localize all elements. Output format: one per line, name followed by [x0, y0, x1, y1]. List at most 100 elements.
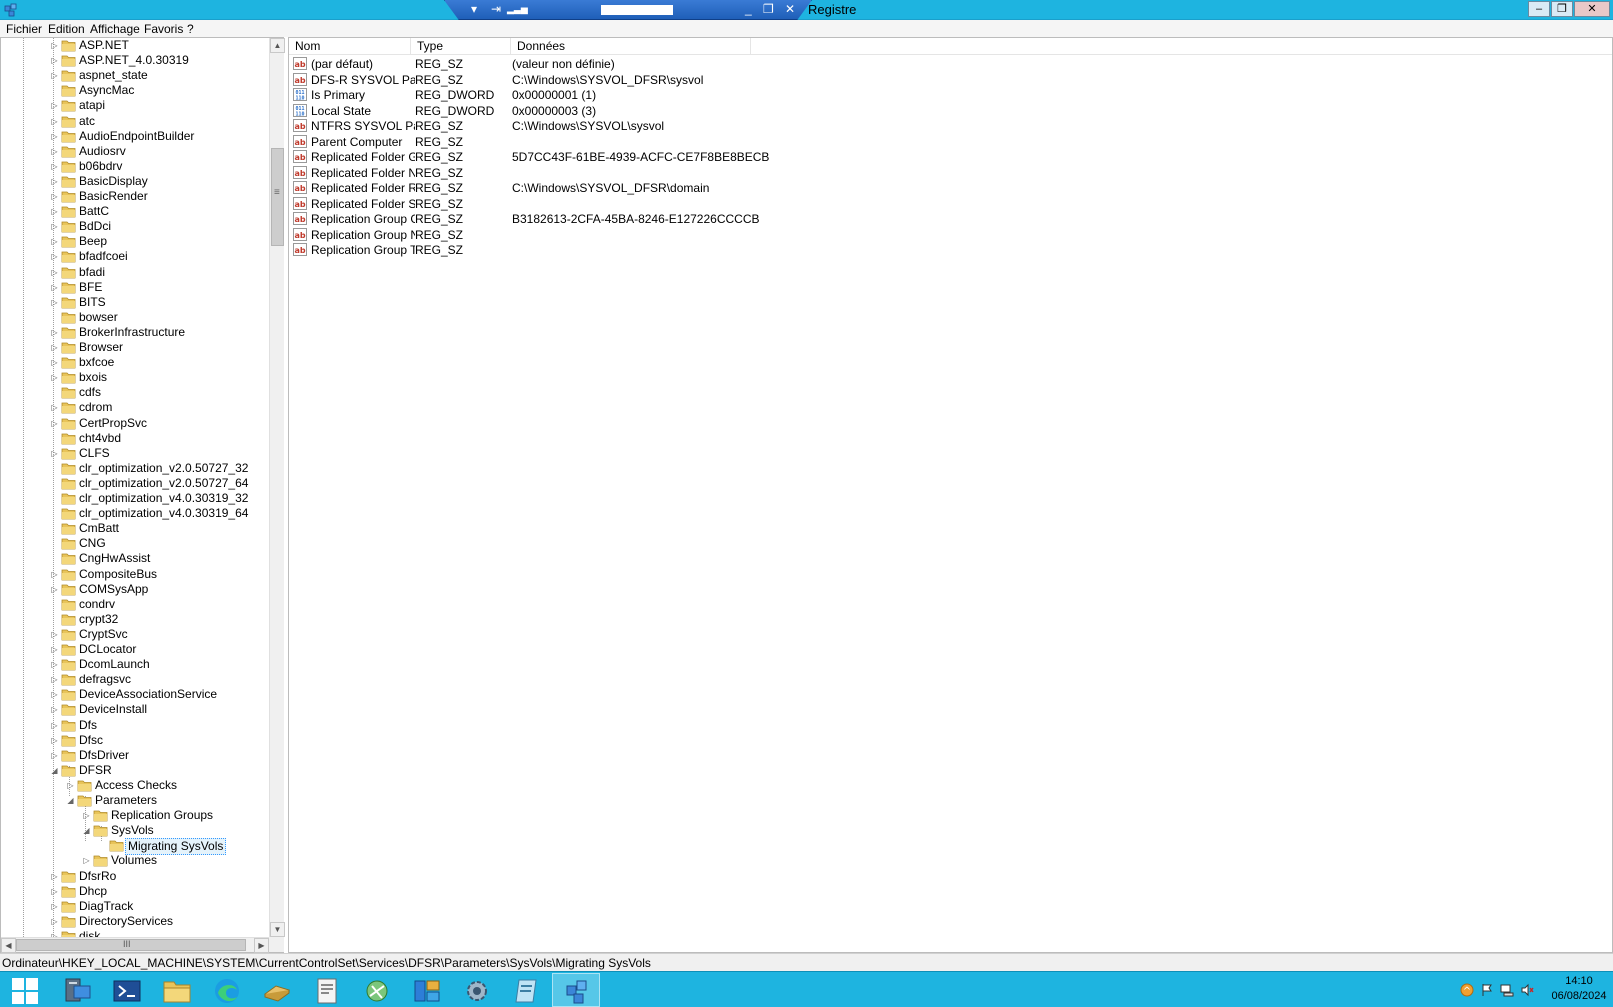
tree-node[interactable]: ▷ BasicDisplay: [1, 174, 269, 189]
tree-node[interactable]: ▷ atapi: [1, 98, 269, 113]
tree-node[interactable]: clr_optimization_v2.0.50727_32: [1, 461, 269, 476]
expand-toggle-icon[interactable]: ▷: [50, 53, 59, 68]
column-header-type[interactable]: Type: [411, 38, 511, 55]
tree-node[interactable]: ▷ ASP.NET_4.0.30319: [1, 53, 269, 68]
tree-node[interactable]: ▷ Dfs: [1, 718, 269, 733]
tree-node[interactable]: ▷ Beep: [1, 234, 269, 249]
tree-node[interactable]: ▷ Access Checks: [1, 778, 269, 793]
expand-toggle-icon[interactable]: ▷: [50, 446, 59, 461]
expand-toggle-icon[interactable]: ▷: [50, 280, 59, 295]
tree-node[interactable]: ▷ AudioEndpointBuilder: [1, 129, 269, 144]
tree-node[interactable]: ▷ CertPropSvc: [1, 416, 269, 431]
menu-help[interactable]: ?: [187, 22, 194, 36]
expand-toggle-icon[interactable]: ▷: [50, 642, 59, 657]
tree-node[interactable]: ◢ DFSR: [1, 763, 269, 778]
tree-node[interactable]: ◢ Parameters: [1, 793, 269, 808]
tree-node[interactable]: ▷ BITS: [1, 295, 269, 310]
tree-node[interactable]: ▷ bfadi: [1, 265, 269, 280]
pin-icon[interactable]: ▾: [471, 2, 477, 16]
tree-node[interactable]: ▷ Replication Groups: [1, 808, 269, 823]
registry-value-row[interactable]: ab (par défaut) REG_SZ (valeur non définie): [289, 56, 1089, 72]
expand-toggle-icon[interactable]: ▷: [50, 914, 59, 929]
expand-toggle-icon[interactable]: ▷: [50, 129, 59, 144]
app-button[interactable]: [402, 973, 450, 1007]
scroll-right-icon[interactable]: ▶: [254, 938, 269, 953]
tree-node[interactable]: ▷ Browser: [1, 340, 269, 355]
registry-value-row[interactable]: ab Parent Computer REG_SZ: [289, 134, 1089, 150]
registry-value-row[interactable]: 011 110 Local State REG_DWORD 0x00000003 (3): [289, 103, 1089, 119]
tree-node[interactable]: ▷ BrokerInfrastructure: [1, 325, 269, 340]
tree-node[interactable]: condrv: [1, 597, 269, 612]
registry-value-row[interactable]: ab NTFRS SYSVOL PathREG_SZ C:\Windows\SYSV…: [289, 118, 1089, 134]
expand-toggle-icon[interactable]: ▷: [50, 672, 59, 687]
rdp-minimize-button[interactable]: _: [745, 2, 752, 16]
tree-node[interactable]: CngHwAssist: [1, 551, 269, 566]
tree-node[interactable]: ▷ BFE: [1, 280, 269, 295]
tree-node[interactable]: cht4vbd: [1, 431, 269, 446]
expand-toggle-icon[interactable]: ▷: [50, 370, 59, 385]
services-button[interactable]: [452, 973, 500, 1007]
tree-node[interactable]: Migrating SysVols: [1, 838, 269, 856]
registry-value-row[interactable]: ab Replication Group GuidREG_SZ B3182613-2…: [289, 211, 1089, 227]
expand-toggle-icon[interactable]: ▷: [50, 567, 59, 582]
tree-node[interactable]: ▷ COMSysApp: [1, 582, 269, 597]
expand-toggle-icon[interactable]: ▷: [50, 249, 59, 264]
column-header-nom[interactable]: Nom: [289, 38, 411, 55]
tree-node[interactable]: ▷ Dhcp: [1, 884, 269, 899]
tree-node[interactable]: ▷ DeviceAssociationService: [1, 687, 269, 702]
expand-toggle-icon[interactable]: ▷: [50, 657, 59, 672]
expand-toggle-icon[interactable]: ▷: [50, 38, 59, 53]
tree-node[interactable]: ▷ disk: [1, 929, 269, 937]
server-manager-button[interactable]: [52, 973, 100, 1007]
expand-toggle-icon[interactable]: ▷: [50, 627, 59, 642]
expand-toggle-icon[interactable]: ▷: [82, 808, 91, 823]
expand-toggle-icon[interactable]: ▷: [50, 144, 59, 159]
rdp-restore-button[interactable]: ❐: [763, 2, 774, 16]
tree-node[interactable]: clr_optimization_v4.0.30319_64: [1, 506, 269, 521]
expand-toggle-icon[interactable]: ▷: [50, 325, 59, 340]
start-button[interactable]: [0, 973, 48, 1007]
regedit-button[interactable]: [552, 973, 600, 1007]
tree-node[interactable]: CmBatt: [1, 521, 269, 536]
tree-node[interactable]: crypt32: [1, 612, 269, 627]
clock[interactable]: 14:10 06/08/2024: [1548, 974, 1610, 1004]
expand-toggle-icon[interactable]: ▷: [50, 884, 59, 899]
close-button[interactable]: ✕: [1574, 1, 1610, 17]
expand-toggle-icon[interactable]: ▷: [50, 355, 59, 370]
tree-node[interactable]: clr_optimization_v2.0.50727_64: [1, 476, 269, 491]
tree-node[interactable]: ▷ DfsrRo: [1, 869, 269, 884]
tree-node[interactable]: ▷ DiagTrack: [1, 899, 269, 914]
tree-node[interactable]: ▷ CompositeBus: [1, 567, 269, 582]
expand-toggle-icon[interactable]: ◢: [82, 823, 91, 838]
expand-toggle-icon[interactable]: ▷: [50, 98, 59, 113]
expand-toggle-icon[interactable]: ▷: [50, 174, 59, 189]
powershell-button[interactable]: [102, 973, 150, 1007]
expand-toggle-icon[interactable]: ▷: [50, 718, 59, 733]
tree-node[interactable]: CNG: [1, 536, 269, 551]
file-explorer-button[interactable]: [152, 973, 200, 1007]
tree-vertical-scrollbar[interactable]: ▲ ≡ ▼: [269, 38, 285, 937]
registry-value-row[interactable]: ab Replicated Folder NameREG_SZ: [289, 165, 1089, 181]
menu-affichage[interactable]: Affichage: [90, 22, 140, 36]
tree-node[interactable]: cdfs: [1, 385, 269, 400]
flag-icon[interactable]: [1480, 983, 1494, 997]
scroll-down-icon[interactable]: ▼: [270, 922, 285, 937]
h-scroll-thumb[interactable]: III: [16, 939, 246, 951]
tree-node[interactable]: ▷ ASP.NET: [1, 38, 269, 53]
disk-tool-button[interactable]: [252, 973, 300, 1007]
scroll-thumb[interactable]: ≡: [271, 148, 284, 246]
restore-button[interactable]: ❐: [1551, 1, 1573, 17]
expand-toggle-icon[interactable]: ▷: [50, 219, 59, 234]
tree-node[interactable]: ▷ BdDci: [1, 219, 269, 234]
scroll-up-icon[interactable]: ▲: [270, 38, 285, 53]
network-tool-button[interactable]: [352, 973, 400, 1007]
registry-value-row[interactable]: ab Replication Group TypeREG_SZ: [289, 242, 1089, 258]
expand-toggle-icon[interactable]: ▷: [50, 687, 59, 702]
tree-node[interactable]: ▷ bxois: [1, 370, 269, 385]
expand-toggle-icon[interactable]: ◢: [66, 793, 75, 808]
expand-toggle-icon[interactable]: ▷: [50, 265, 59, 280]
tree-node[interactable]: bowser: [1, 310, 269, 325]
tree-node[interactable]: ▷ DfsDriver: [1, 748, 269, 763]
expand-toggle-icon[interactable]: ▷: [50, 234, 59, 249]
tree-node[interactable]: ▷ defragsvc: [1, 672, 269, 687]
